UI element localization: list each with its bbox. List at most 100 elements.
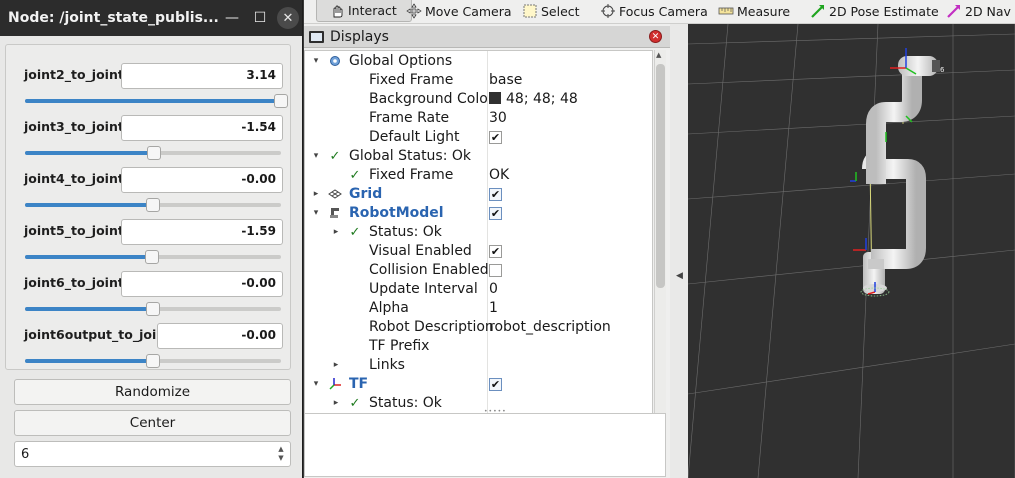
- tree-row[interactable]: Collision Enabled: [305, 261, 652, 280]
- displays-tree[interactable]: ▾ Global Options Fixed Frame base Background…: [304, 50, 653, 434]
- minimize-icon[interactable]: —: [218, 0, 246, 36]
- property-value[interactable]: 48; 48; 48: [489, 90, 578, 109]
- property-value[interactable]: 30: [489, 109, 507, 128]
- spinbox-arrows[interactable]: ▲ ▼: [276, 445, 286, 463]
- tree-row[interactable]: ▸ Grid ✔: [305, 185, 652, 204]
- 3d-render-view[interactable]: 6: [688, 24, 1015, 478]
- tree-row[interactable]: ▾ Global Options: [305, 52, 652, 71]
- tree-row[interactable]: Frame Rate 30: [305, 109, 652, 128]
- splitter-handle[interactable]: •••••: [484, 408, 507, 415]
- tree-scrollbar[interactable]: ▲ ▼: [654, 50, 666, 434]
- maximize-icon[interactable]: ☐: [246, 0, 274, 36]
- collapse-left-icon[interactable]: ◀: [676, 271, 683, 281]
- tree-row[interactable]: ▾ ✓ Global Status: Ok: [305, 147, 652, 166]
- property-name: Default Light: [369, 129, 460, 145]
- tree-row[interactable]: ▸ ✓ Status: Ok: [305, 394, 652, 413]
- joint-slider[interactable]: [25, 250, 281, 264]
- tree-row[interactable]: ✓ Fixed Frame OK: [305, 166, 652, 185]
- property-name: Visual Enabled: [369, 243, 472, 259]
- expand-arrow-icon[interactable]: ▸: [331, 394, 341, 413]
- checkbox-checked[interactable]: ✔: [489, 131, 502, 144]
- randomize-button[interactable]: Randomize: [14, 379, 291, 405]
- status-ok-icon: ✓: [349, 225, 361, 240]
- joint-value-field[interactable]: -0.00: [121, 167, 283, 193]
- property-value[interactable]: 0: [489, 280, 498, 299]
- expand-arrow-icon[interactable]: ▸: [331, 223, 341, 242]
- checkbox-checked[interactable]: ✔: [489, 188, 502, 201]
- window-titlebar[interactable]: Node: /joint_state_publis... — ☐ ✕: [0, 0, 302, 36]
- tree-row[interactable]: ▸ ✓ Status: Ok: [305, 223, 652, 242]
- property-value-text: 0: [489, 281, 498, 297]
- collapse-arrow-icon[interactable]: ▾: [311, 375, 321, 394]
- collapse-arrow-icon[interactable]: ▾: [311, 147, 321, 166]
- checkbox-checked[interactable]: ✔: [489, 245, 502, 258]
- tree-row[interactable]: Visual Enabled ✔: [305, 242, 652, 261]
- tool-label: Measure: [737, 3, 791, 19]
- view-splitter[interactable]: ◀: [670, 24, 688, 478]
- scroll-up-icon[interactable]: ▲: [656, 51, 661, 59]
- property-value[interactable]: robot_description: [489, 318, 611, 337]
- slider-fill: [25, 255, 152, 259]
- joint-slider[interactable]: [25, 146, 281, 160]
- close-panel-button[interactable]: ✕: [649, 30, 662, 43]
- joint-value-field[interactable]: -0.00: [157, 323, 283, 349]
- checkbox-checked[interactable]: ✔: [489, 207, 502, 220]
- property-name: Global Options: [349, 53, 453, 69]
- property-name: Status: Ok: [369, 395, 442, 411]
- tool-measure[interactable]: Measure: [718, 0, 790, 22]
- checkbox-unchecked[interactable]: [489, 264, 502, 277]
- tool-select[interactable]: Select: [522, 0, 580, 22]
- expand-arrow-icon[interactable]: ▸: [311, 185, 321, 204]
- property-value[interactable]: base: [489, 71, 522, 90]
- tree-row[interactable]: Update Interval 0: [305, 280, 652, 299]
- spin-up-icon[interactable]: ▲: [276, 445, 286, 454]
- tool-label: Interact: [348, 3, 397, 18]
- close-window-button[interactable]: ✕: [274, 0, 302, 36]
- collapse-arrow-icon[interactable]: ▾: [311, 52, 321, 71]
- collapse-arrow-icon[interactable]: ▾: [311, 204, 321, 223]
- tree-row[interactable]: Robot Description robot_description: [305, 318, 652, 337]
- tree-row[interactable]: Background Color 48; 48; 48: [305, 90, 652, 109]
- robot-scene: 6: [688, 24, 1015, 478]
- property-name: Alpha: [369, 300, 409, 316]
- property-value[interactable]: 1: [489, 299, 498, 318]
- tool-2d-nav-goal[interactable]: 2D Nav G: [946, 0, 1015, 22]
- tree-row[interactable]: ▸ Links: [305, 356, 652, 375]
- tool-2d-pose-estimate[interactable]: 2D Pose Estimate: [810, 0, 939, 22]
- property-name: Fixed Frame: [369, 167, 454, 183]
- center-button[interactable]: Center: [14, 410, 291, 436]
- tool-focus-camera[interactable]: Focus Camera: [600, 0, 708, 22]
- slider-handle[interactable]: [146, 354, 160, 368]
- tool-label: Move Camera: [425, 3, 512, 19]
- joints-group: joint2_to_joint1 3.14 joint3_to_joint2 -1.5…: [5, 44, 291, 370]
- tree-row[interactable]: Fixed Frame base: [305, 71, 652, 90]
- tree-row[interactable]: ▾ RobotModel ✔: [305, 204, 652, 223]
- joint-value-field[interactable]: -1.54: [121, 115, 283, 141]
- slider-count-spinbox[interactable]: 6 ▲ ▼: [14, 441, 291, 467]
- tree-row[interactable]: ▾ TF ✔: [305, 375, 652, 394]
- tree-row[interactable]: TF Prefix: [305, 337, 652, 356]
- property-name: TF: [349, 376, 369, 392]
- tree-row[interactable]: Default Light ✔: [305, 128, 652, 147]
- tool-interact[interactable]: Interact: [316, 0, 412, 22]
- tree-row[interactable]: Alpha 1: [305, 299, 652, 318]
- checkbox-checked[interactable]: ✔: [489, 378, 502, 391]
- joint-slider[interactable]: [25, 94, 288, 108]
- joint-value-field[interactable]: 3.14: [121, 63, 283, 89]
- joint-row: joint2_to_joint1 3.14: [6, 53, 292, 108]
- property-name: Fixed Frame: [369, 72, 454, 88]
- expand-arrow-icon[interactable]: ▸: [331, 356, 341, 375]
- property-value[interactable]: OK: [489, 166, 509, 185]
- joint-slider[interactable]: [25, 302, 281, 316]
- tool-move-camera[interactable]: Move Camera: [406, 0, 512, 22]
- joint-value-field[interactable]: -0.00: [121, 271, 283, 297]
- desktop: Node: /joint_state_publis... — ☐ ✕ joint…: [0, 0, 1015, 478]
- joint-slider[interactable]: [25, 198, 281, 212]
- property-name: RobotModel: [349, 205, 444, 221]
- property-value-text: base: [489, 72, 523, 88]
- scrollbar-thumb[interactable]: [656, 64, 665, 288]
- joint-slider[interactable]: [25, 354, 281, 368]
- spin-down-icon[interactable]: ▼: [276, 454, 286, 463]
- close-icon: ✕: [277, 7, 299, 29]
- joint-value-field[interactable]: -1.59: [121, 219, 283, 245]
